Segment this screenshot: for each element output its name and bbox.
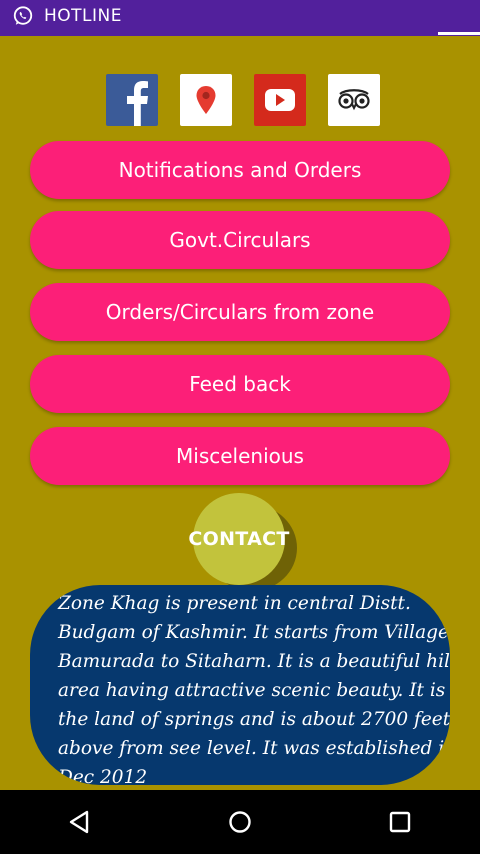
zone-info-card: Zone Khag is present in central Distt. B… <box>30 585 450 785</box>
tab-indicator <box>438 32 480 35</box>
home-icon[interactable] <box>210 792 270 852</box>
map-pin-icon[interactable] <box>180 74 232 126</box>
social-icons-row <box>106 74 380 126</box>
notifications-orders-button[interactable]: Notifications and Orders <box>30 141 450 199</box>
govt-circulars-button[interactable]: Govt.Circulars <box>30 211 450 269</box>
contact-button-wrapper: CONTACT <box>188 493 297 591</box>
back-icon[interactable] <box>50 792 110 852</box>
whatsapp-icon[interactable] <box>12 5 34 27</box>
hotline-title[interactable]: HOTLINE <box>44 6 122 26</box>
feedback-button[interactable]: Feed back <box>30 355 450 413</box>
toolbar-underline <box>0 32 480 36</box>
zone-description: Zone Khag is present in central Distt. B… <box>58 593 450 785</box>
top-bar: HOTLINE <box>0 0 480 32</box>
facebook-icon[interactable] <box>106 74 158 126</box>
contact-button[interactable]: CONTACT <box>188 493 289 585</box>
tripadvisor-icon[interactable] <box>328 74 380 126</box>
youtube-icon[interactable] <box>254 74 306 126</box>
recents-icon[interactable] <box>370 792 430 852</box>
system-navbar <box>0 790 480 854</box>
zone-orders-button[interactable]: Orders/Circulars from zone <box>30 283 450 341</box>
miscellaneous-button[interactable]: Miscelenious <box>30 427 450 485</box>
